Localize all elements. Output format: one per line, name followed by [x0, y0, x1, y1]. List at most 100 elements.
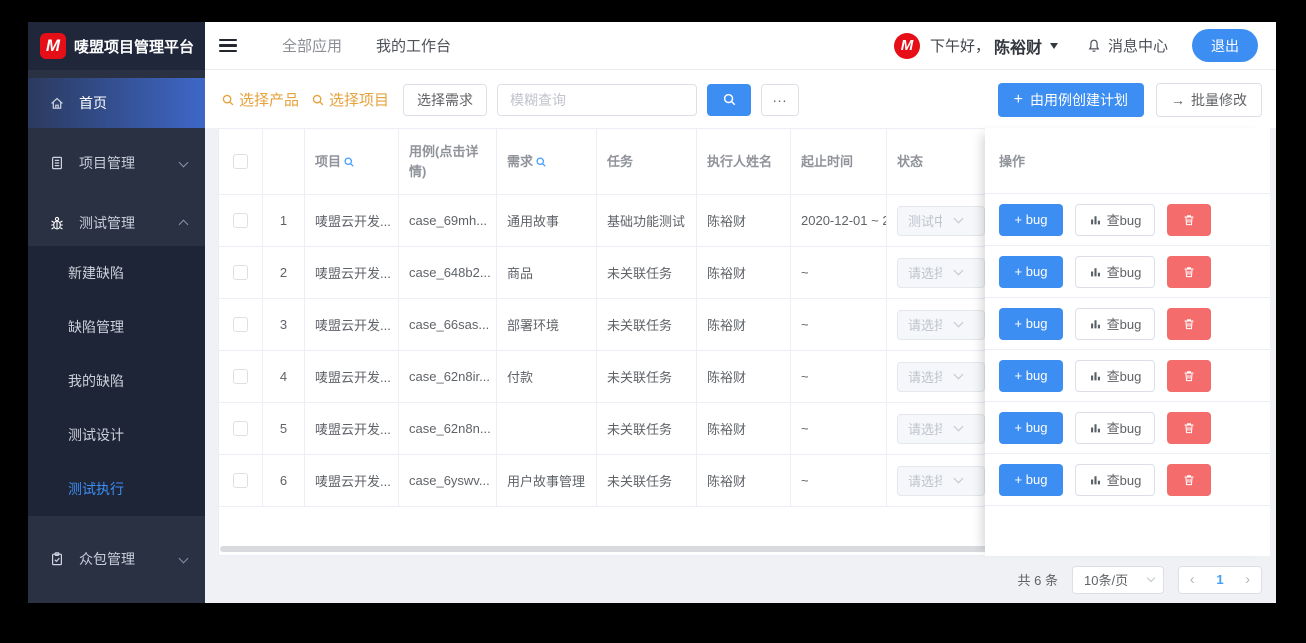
- next-page-button[interactable]: ›: [1245, 572, 1250, 587]
- test-mgmt-submenu: 新建缺陷 缺陷管理 我的缺陷 测试设计 测试执行: [28, 246, 205, 516]
- current-page[interactable]: 1: [1216, 572, 1223, 587]
- view-bug-button[interactable]: 查bug: [1075, 411, 1155, 444]
- row-actions: + bug 查bug: [985, 402, 1270, 454]
- view-bug-button[interactable]: 查bug: [1075, 255, 1155, 288]
- trash-icon: [1182, 473, 1196, 487]
- sidebar-item-new-defect[interactable]: 新建缺陷: [28, 246, 205, 300]
- sidebar-item-clipped[interactable]: [28, 596, 205, 603]
- search-button[interactable]: [707, 83, 752, 116]
- sidebar-item-home[interactable]: 首页: [28, 78, 205, 128]
- header-index: [263, 129, 305, 195]
- app-title: 唛盟项目管理平台: [74, 38, 195, 56]
- sidebar-item-defect-mgmt[interactable]: 缺陷管理: [28, 300, 205, 354]
- add-bug-button[interactable]: + bug: [999, 411, 1063, 444]
- logout-button[interactable]: 退出: [1192, 29, 1258, 62]
- cell-demand: [497, 403, 597, 455]
- cell-index: 5: [263, 403, 305, 455]
- status-select[interactable]: 请选择: [897, 361, 985, 392]
- column-search-icon[interactable]: [343, 156, 355, 168]
- add-bug-button[interactable]: + bug: [999, 307, 1063, 340]
- message-center[interactable]: 消息中心: [1086, 35, 1168, 56]
- sidebar-item-crowdsourcing[interactable]: 众包管理: [28, 536, 205, 582]
- delete-button[interactable]: [1167, 307, 1211, 340]
- cell-project: 唛盟云开发...: [305, 351, 399, 403]
- status-select[interactable]: 测试中: [897, 205, 985, 236]
- cell-case-link[interactable]: case_62n8ir...: [399, 351, 497, 403]
- bar-chart-icon: [1089, 369, 1102, 382]
- table-zone: 项目 用例(点击详情) 需求 任务 执行人姓名 起止时间 状态 1 唛盟云开发.…: [205, 128, 1276, 556]
- status-select[interactable]: 请选择: [897, 309, 985, 340]
- status-select[interactable]: 请选择: [897, 465, 985, 496]
- batch-edit-button[interactable]: → 批量修改: [1156, 82, 1262, 117]
- view-bug-label: 查bug: [1106, 265, 1142, 280]
- cell-case-link[interactable]: case_648b2...: [399, 247, 497, 299]
- trash-icon: [1182, 213, 1196, 227]
- select-all-checkbox[interactable]: [233, 154, 248, 169]
- topbar: 全部应用 我的工作台 M 下午好， 陈裕财 消息中心 退出: [205, 22, 1276, 70]
- sidebar-item-test-design[interactable]: 测试设计: [28, 408, 205, 462]
- trash-icon: [1182, 317, 1196, 331]
- chevron-down-icon: [953, 421, 964, 432]
- top-menu-my-workbench[interactable]: 我的工作台: [376, 35, 451, 56]
- user-dropdown[interactable]: 下午好， 陈裕财: [930, 34, 1058, 58]
- header-executor: 执行人姓名: [697, 129, 791, 195]
- cell-index: 4: [263, 351, 305, 403]
- status-select[interactable]: 请选择: [897, 257, 985, 288]
- delete-button[interactable]: [1167, 255, 1211, 288]
- sidebar-item-my-defects[interactable]: 我的缺陷: [28, 354, 205, 408]
- view-bug-button[interactable]: 查bug: [1075, 463, 1155, 496]
- cell-project: 唛盟云开发...: [305, 403, 399, 455]
- row-actions: + bug 查bug: [985, 454, 1270, 506]
- row-checkbox[interactable]: [233, 317, 248, 332]
- cell-task: 未关联任务: [597, 247, 697, 299]
- search-icon: [311, 93, 325, 107]
- status-select[interactable]: 请选择: [897, 413, 985, 444]
- view-bug-button[interactable]: 查bug: [1075, 203, 1155, 236]
- delete-button[interactable]: [1167, 463, 1211, 496]
- cell-case-link[interactable]: case_62n8n...: [399, 403, 497, 455]
- select-product-link[interactable]: 选择产品: [219, 89, 299, 110]
- fuzzy-search-input[interactable]: [497, 83, 698, 116]
- row-checkbox[interactable]: [233, 369, 248, 384]
- cell-demand: 付款: [497, 351, 597, 403]
- row-checkbox-cell: [219, 351, 263, 403]
- sidebar-item-test-execution[interactable]: 测试执行: [28, 462, 205, 516]
- total-count: 共 6 条: [1017, 573, 1058, 588]
- brand-logo-icon: M: [40, 33, 66, 59]
- top-menu-all-apps[interactable]: 全部应用: [282, 35, 342, 56]
- view-bug-button[interactable]: 查bug: [1075, 307, 1155, 340]
- status-value: 请选择: [908, 474, 942, 489]
- add-bug-button[interactable]: + bug: [999, 255, 1063, 288]
- row-checkbox[interactable]: [233, 213, 248, 228]
- column-search-icon[interactable]: [535, 156, 547, 168]
- sidebar-item-project-mgmt[interactable]: 项目管理: [28, 140, 205, 186]
- add-bug-button[interactable]: + bug: [999, 463, 1063, 496]
- sidebar-item-test-mgmt[interactable]: 测试管理: [28, 200, 205, 246]
- user-avatar[interactable]: M: [893, 32, 920, 59]
- delete-button[interactable]: [1167, 359, 1211, 392]
- document-icon: [48, 155, 66, 171]
- hamburger-menu-icon[interactable]: [219, 38, 237, 53]
- delete-button[interactable]: [1167, 203, 1211, 236]
- add-bug-button[interactable]: + bug: [999, 203, 1063, 236]
- add-bug-button[interactable]: + bug: [999, 359, 1063, 392]
- cell-case-link[interactable]: case_6yswv...: [399, 455, 497, 507]
- prev-page-button[interactable]: ‹: [1190, 572, 1195, 587]
- create-plan-button[interactable]: + 由用例创建计划: [997, 82, 1144, 117]
- header-checkbox-cell: [219, 129, 263, 195]
- page-size-select[interactable]: 10条/页: [1072, 565, 1164, 594]
- bar-chart-icon: [1089, 473, 1102, 486]
- select-project-link[interactable]: 选择项目: [309, 89, 389, 110]
- row-actions: + bug 查bug: [985, 298, 1270, 350]
- view-bug-button[interactable]: 查bug: [1075, 359, 1155, 392]
- cell-case-link[interactable]: case_66sas...: [399, 299, 497, 351]
- delete-button[interactable]: [1167, 411, 1211, 444]
- status-value: 请选择: [908, 318, 942, 333]
- select-demand-button[interactable]: 选择需求: [403, 83, 488, 116]
- row-checkbox[interactable]: [233, 265, 248, 280]
- chevron-down-icon: [178, 157, 189, 168]
- row-checkbox[interactable]: [233, 421, 248, 436]
- more-filters-button[interactable]: ...: [761, 83, 800, 116]
- row-checkbox[interactable]: [233, 473, 248, 488]
- cell-case-link[interactable]: case_69mh...: [399, 195, 497, 247]
